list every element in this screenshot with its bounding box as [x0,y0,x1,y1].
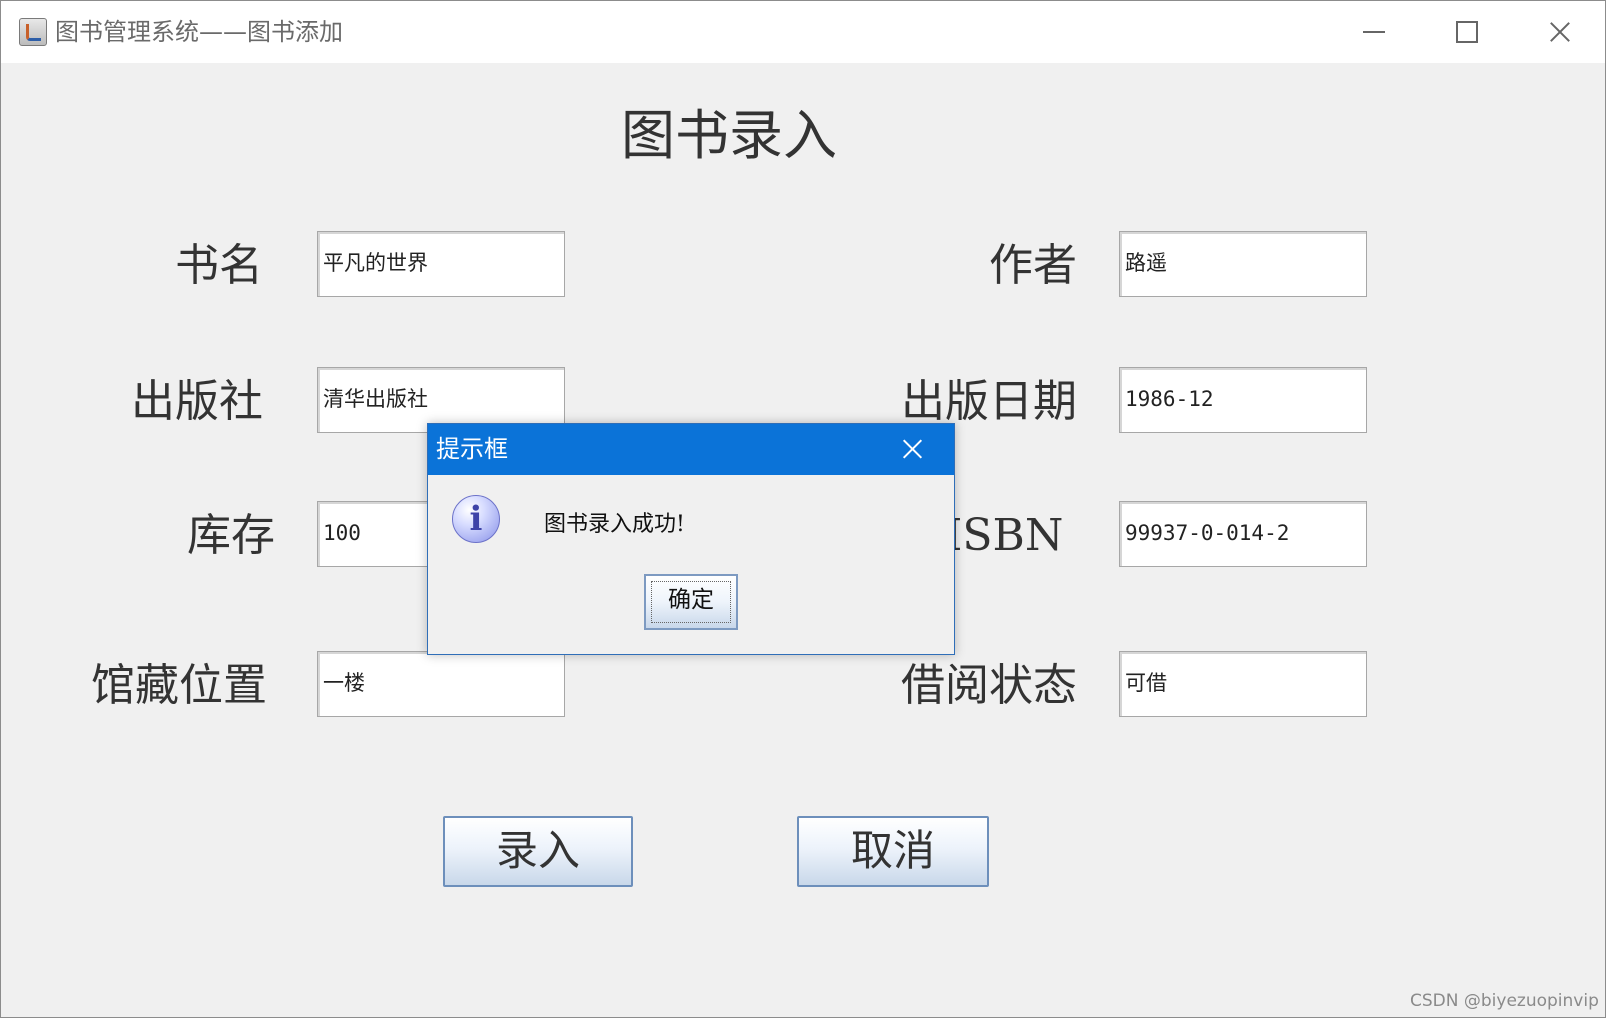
cancel-button[interactable]: 取消 [797,816,989,887]
isbn-field[interactable]: 99937-0-014-2 [1119,501,1367,567]
window-titlebar: 图书管理系统——图书添加 [1,1,1605,63]
isbn-label: ISBN [945,510,1064,561]
window-close-icon[interactable] [1529,11,1589,53]
publisher-label: 出版社 [131,376,263,427]
success-dialog: 提示框 i 图书录入成功! 确定 [427,423,955,655]
window-title: 图书管理系统——图书添加 [55,18,343,46]
stock-label: 库存 [187,510,275,561]
location-field[interactable]: 一楼 [317,651,565,717]
minimize-icon[interactable] [1344,11,1404,53]
info-icon: i [452,495,500,543]
borrow-status-label: 借阅状态 [901,660,1077,711]
author-label: 作者 [989,240,1077,291]
book-name-label: 书名 [175,240,263,291]
submit-button[interactable]: 录入 [443,816,633,887]
dialog-title: 提示框 [436,435,508,463]
author-field[interactable]: 路遥 [1119,231,1367,297]
publish-date-field[interactable]: 1986-12 [1119,367,1367,433]
watermark: CSDN @biyezuopinvip [1410,991,1599,1011]
borrow-status-field[interactable]: 可借 [1119,651,1367,717]
book-add-window: 图书管理系统——图书添加 图书录入 书名 平凡的世界 作者 路遥 出版社 清华出… [0,0,1606,1018]
form-title: 图书录入 [621,104,837,167]
java-app-icon [19,18,47,46]
book-name-field[interactable]: 平凡的世界 [317,231,565,297]
maximize-icon[interactable] [1436,11,1496,53]
dialog-close-icon[interactable] [894,434,930,464]
ok-button[interactable]: 确定 [644,574,738,630]
location-label: 馆藏位置 [91,660,267,711]
dialog-header: 提示框 [428,424,954,475]
dialog-message: 图书录入成功! [544,512,685,537]
